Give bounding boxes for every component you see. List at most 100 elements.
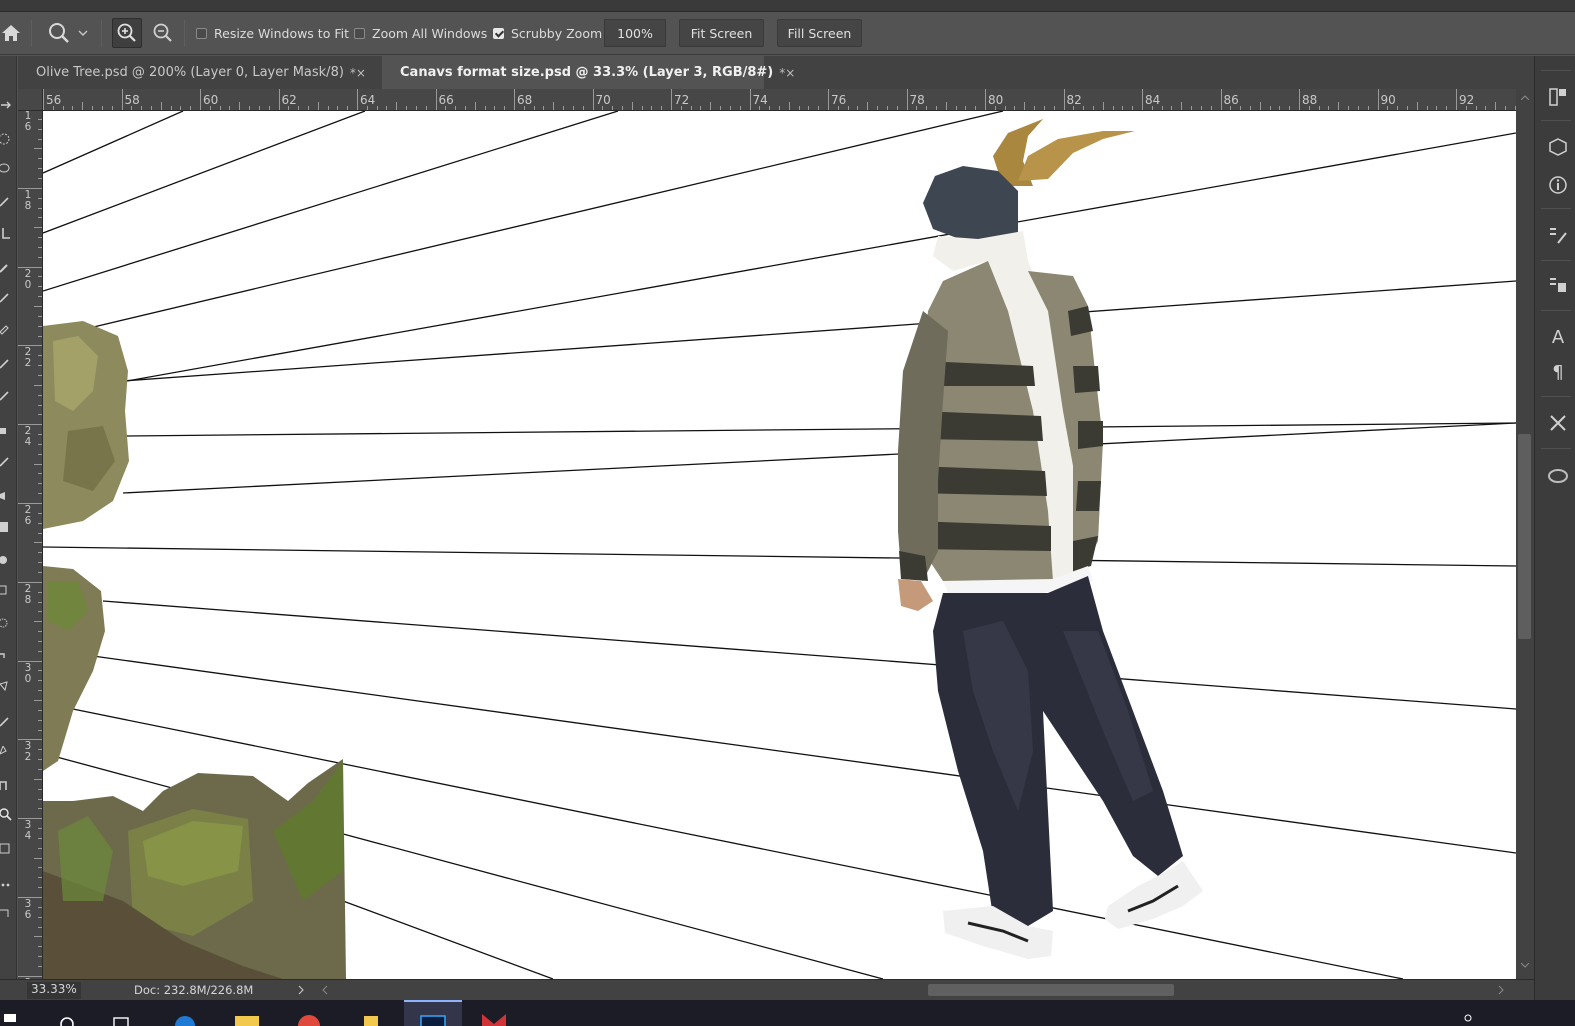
dodge-tool-icon[interactable]: [0, 554, 14, 568]
clone-source-icon[interactable]: [1547, 274, 1569, 296]
healing-brush-tool-icon[interactable]: [0, 290, 14, 304]
pen-tool-icon[interactable]: [0, 648, 14, 662]
ruler-label: 16: [24, 110, 32, 133]
checkbox-box-checked[interactable]: [493, 28, 504, 39]
status-zoom-field[interactable]: 33.33%: [27, 982, 81, 999]
shape-tool-icon[interactable]: [0, 746, 14, 760]
brush-presets-icon[interactable]: [1547, 224, 1569, 246]
ruler-origin[interactable]: [18, 89, 43, 111]
tab-close-icon[interactable]: *×: [350, 66, 366, 80]
paragraph-icon[interactable]: ¶: [1547, 361, 1569, 383]
swap-colors-icon[interactable]: [0, 906, 14, 920]
photoshop-taskbar-icon[interactable]: [404, 1000, 462, 1026]
ruler-minor-tick: [1240, 106, 1242, 110]
tool-presets-icon[interactable]: [1547, 412, 1569, 434]
sponge-tool-icon[interactable]: [0, 616, 14, 630]
info-icon[interactable]: [1547, 174, 1569, 196]
ruler-minor-tick: [1171, 106, 1173, 110]
mail-app-icon[interactable]: [478, 1000, 510, 1026]
ruler-minor-tick: [38, 867, 42, 869]
ruler-minor-tick: [1259, 102, 1261, 110]
ruler-minor-tick: [34, 384, 42, 386]
history-brush-tool-icon[interactable]: [0, 388, 14, 402]
blur-tool-icon[interactable]: [0, 488, 14, 502]
ruler-label: 18: [24, 188, 32, 212]
search-icon[interactable]: [52, 1000, 82, 1026]
scroll-left-icon[interactable]: [322, 985, 328, 995]
ruler-minor-tick: [82, 102, 84, 110]
eyedropper-tool-icon[interactable]: [0, 260, 14, 274]
ruler-minor-tick: [38, 877, 42, 879]
horizontal-ruler[interactable]: 56 58 60 62 64 66 68 70 72 74 76 78 80 82 84 86 88 90 92: [43, 89, 1516, 111]
eraser-tool-icon[interactable]: [0, 422, 14, 436]
artboard-tool-icon[interactable]: [0, 842, 14, 856]
tab-close-icon[interactable]: *×: [779, 66, 795, 80]
ruler-minor-tick: [38, 237, 42, 239]
tab-canvas-format-size[interactable]: Canavs format size.psd @ 33.3% (Layer 3,…: [382, 56, 795, 89]
ruler-label: 70: [595, 93, 611, 107]
tab-olive-tree[interactable]: Olive Tree.psd @ 200% (Layer 0, Layer Ma…: [18, 56, 382, 89]
ruler-minor-tick: [38, 434, 42, 436]
3d-icon[interactable]: [1547, 136, 1569, 158]
fill-screen-button[interactable]: Fill Screen: [777, 19, 862, 47]
ruler-minor-tick: [327, 106, 329, 110]
edge-browser-icon[interactable]: [170, 1000, 200, 1026]
system-tray-icon[interactable]: [1458, 1000, 1478, 1026]
status-menu-chevron-icon[interactable]: [298, 985, 304, 995]
chrome-browser-icon[interactable]: [294, 1000, 324, 1026]
zoom-all-windows-checkbox[interactable]: Zoom All Windows: [354, 26, 487, 41]
ruler-minor-tick: [464, 106, 466, 110]
quick-select-tool-icon[interactable]: [0, 194, 14, 208]
zoom-in-icon[interactable]: [112, 18, 142, 48]
character-icon[interactable]: A: [1547, 326, 1569, 348]
resize-windows-checkbox[interactable]: Resize Windows to Fit: [196, 26, 349, 41]
libraries-icon[interactable]: [1547, 86, 1569, 108]
zoom-percentage-field[interactable]: 100%: [604, 19, 666, 47]
ruler-minor-tick: [1397, 106, 1399, 110]
hand-tool-icon[interactable]: [0, 778, 14, 792]
ruler-tick: [18, 739, 42, 741]
paint-bucket-tool-icon[interactable]: [0, 520, 14, 534]
vertical-scrollbar-thumb[interactable]: [1518, 434, 1531, 639]
move-tool-icon[interactable]: [0, 98, 14, 112]
checkbox-box[interactable]: [354, 28, 365, 39]
checkbox-box[interactable]: [196, 28, 207, 39]
ruler-minor-tick: [523, 106, 525, 110]
ruler-minor-tick: [141, 106, 143, 110]
ruler-minor-tick: [1161, 106, 1163, 110]
ruler-minor-tick: [38, 591, 42, 593]
brush-tool-icon[interactable]: [0, 322, 14, 336]
gradient-tool-icon[interactable]: [0, 454, 14, 468]
burn-tool-icon[interactable]: [0, 584, 14, 598]
crop-tool-icon[interactable]: [0, 228, 14, 242]
more-tools-icon[interactable]: [0, 878, 14, 892]
lasso-tool-icon[interactable]: [0, 162, 14, 176]
home-icon[interactable]: [0, 18, 26, 48]
creative-cloud-icon[interactable]: [1547, 464, 1569, 486]
document-canvas[interactable]: [43, 111, 1516, 979]
ruler-tick: [671, 89, 672, 110]
marquee-tool-icon[interactable]: [0, 132, 14, 146]
fit-screen-button[interactable]: Fit Screen: [679, 19, 764, 47]
file-explorer-icon[interactable]: [231, 1000, 263, 1026]
scroll-up-icon[interactable]: [1521, 95, 1529, 100]
zoom-tool-icon[interactable]: [44, 18, 74, 48]
zoom-out-icon[interactable]: [148, 18, 178, 48]
ruler-minor-tick: [1034, 106, 1036, 110]
type-tool-icon[interactable]: [0, 680, 14, 694]
vertical-ruler[interactable]: 16182022242628303234363: [18, 89, 43, 979]
notes-app-icon[interactable]: [356, 1000, 386, 1026]
vertical-scrollbar[interactable]: [1516, 89, 1534, 979]
zoom-tool-sidebar-icon[interactable]: [0, 808, 14, 822]
path-select-tool-icon[interactable]: [0, 714, 14, 728]
tool-preset-chevron-icon[interactable]: [72, 18, 94, 48]
start-icon[interactable]: [0, 1000, 20, 1026]
ruler-label: 74: [752, 93, 768, 107]
scroll-right-icon[interactable]: [1498, 985, 1504, 995]
horizontal-scrollbar-thumb[interactable]: [928, 984, 1174, 996]
clone-stamp-tool-icon[interactable]: [0, 356, 14, 370]
scroll-down-icon[interactable]: [1521, 963, 1529, 968]
scrubby-zoom-checkbox[interactable]: Scrubby Zoom: [493, 26, 602, 41]
task-view-icon[interactable]: [106, 1000, 136, 1026]
ruler-minor-tick: [209, 106, 211, 110]
